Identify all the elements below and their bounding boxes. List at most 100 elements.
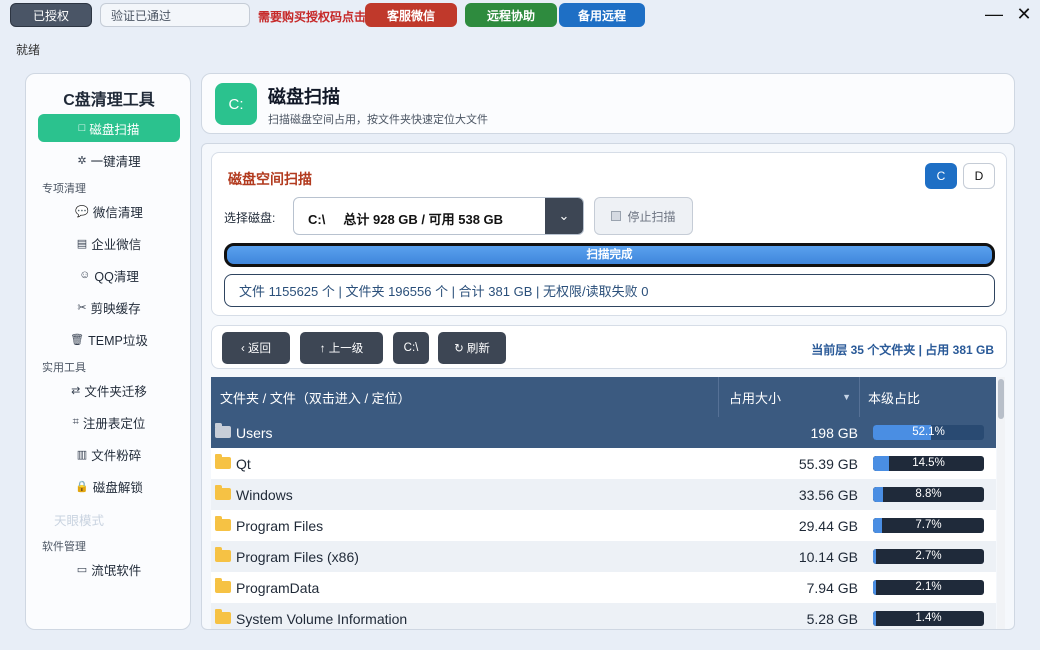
folder-icon — [215, 547, 231, 562]
license-status-button[interactable]: 已授权 — [10, 3, 92, 27]
remote-assist-button[interactable]: 远程协助 — [465, 3, 557, 27]
row-pct-bar: 8.8% — [873, 487, 984, 502]
column-size-label: 占用大小 — [729, 390, 782, 406]
sidebar-item-disk-unlock[interactable]: 🔒 磁盘解锁 — [38, 472, 180, 500]
registry-icon: ⌗ — [72, 415, 79, 428]
monitor-icon: ▭ — [76, 563, 88, 576]
sidebar-item-temp[interactable]: 🗑 TEMP垃圾 — [38, 325, 180, 353]
row-pct-text: 52.1% — [912, 426, 945, 438]
sidebar-item-label: 一键清理 — [90, 154, 141, 169]
sidebar-item-label: 剪映缓存 — [90, 301, 141, 316]
main-panel: 磁盘空间扫描 C D 选择磁盘: C:\ 总计 928 GB / 可用 538 … — [201, 143, 1015, 630]
up-level-button[interactable]: ↑ 上一级 — [300, 332, 383, 364]
column-name-label: 文件夹 / 文件（双击进入 / 定位） — [220, 390, 411, 406]
group-label-tools: 实用工具 — [42, 362, 86, 374]
drive-c-button[interactable]: C — [925, 163, 957, 189]
page-header: C: 磁盘扫描 扫描磁盘空间占用，按文件夹快速定位大文件 — [201, 73, 1015, 134]
scissors-icon: ✂ — [77, 301, 87, 314]
disk-select-value: C:\ 总计 928 GB / 可用 538 GB — [308, 212, 504, 227]
sidebar-item-rogue-software[interactable]: ▭ 流氓软件 — [38, 555, 180, 583]
sidebar-item-wecom[interactable]: ▤ 企业微信 — [38, 229, 180, 257]
sidebar-item-one-click-clean[interactable]: ✲ 一键清理 — [38, 146, 180, 174]
sort-desc-icon: ▼ — [842, 392, 851, 402]
table-row[interactable]: Program Files (x86) 10.14 GB 2.7% — [211, 541, 996, 572]
sidebar-item-label: 注册表定位 — [82, 416, 146, 431]
row-size: 198 GB — [810, 425, 858, 441]
backup-remote-button[interactable]: 备用远程 — [559, 3, 645, 27]
row-pct-bar: 14.5% — [873, 456, 984, 471]
row-size: 5.28 GB — [806, 611, 858, 627]
table-row[interactable]: System Volume Information 5.28 GB 1.4% — [211, 603, 996, 629]
page-title: 磁盘扫描 — [268, 87, 340, 107]
stop-checkbox-icon — [611, 211, 622, 221]
column-pct-label: 本级占比 — [868, 390, 921, 406]
drive-badge-icon: C: — [215, 83, 257, 125]
sidebar-item-label: TEMP垃圾 — [88, 333, 148, 348]
sidebar-item-registry[interactable]: ⌗ 注册表定位 — [38, 408, 180, 436]
column-name-header[interactable]: 文件夹 / 文件（双击进入 / 定位） — [211, 377, 719, 417]
sidebar-item-disk-scan[interactable]: □ 磁盘扫描 — [38, 114, 180, 142]
table-header: 文件夹 / 文件（双击进入 / 定位） 占用大小 ▼ 本级占比 — [211, 377, 996, 417]
folder-icon — [215, 485, 231, 500]
sparkle-icon: ✲ — [77, 154, 87, 167]
column-size-header[interactable]: 占用大小 ▼ — [719, 377, 860, 417]
refresh-button[interactable]: ↻ 刷新 — [438, 332, 506, 364]
scan-title: 磁盘空间扫描 — [228, 171, 312, 187]
chat-icon: 💬 — [75, 205, 89, 218]
close-icon[interactable]: ✕ — [1012, 4, 1036, 25]
sidebar-item-folder-migrate[interactable]: ⇄ 文件夹迁移 — [38, 376, 180, 404]
shredder-icon: ▥ — [76, 448, 88, 461]
sidebar-item-qq[interactable]: ☺ QQ清理 — [38, 261, 180, 289]
row-pct-text: 2.1% — [915, 581, 942, 593]
verify-field[interactable]: 验证已通过 — [100, 3, 250, 27]
trash-icon: 🗑 — [70, 333, 85, 346]
group-label-software: 软件管理 — [42, 541, 86, 553]
sidebar-item-faded: 天眼模式 — [54, 514, 105, 528]
wechat-support-button[interactable]: 客服微信 — [365, 3, 457, 27]
row-pct-bar: 52.1% — [873, 425, 984, 440]
group-label-special: 专项清理 — [42, 183, 86, 195]
column-pct-header[interactable]: 本级占比 — [860, 377, 996, 417]
row-name: Program Files — [236, 518, 324, 534]
minimize-icon[interactable]: — — [982, 4, 1006, 25]
sidebar-title: C盘清理工具 — [63, 92, 155, 109]
root-drive-button[interactable]: C:\ — [393, 332, 429, 364]
row-name: ProgramData — [236, 580, 320, 596]
sidebar-item-label: 磁盘解锁 — [92, 480, 143, 495]
sidebar-item-label: QQ清理 — [94, 269, 139, 284]
folder-icon — [215, 454, 231, 469]
stop-scan-label: 停止扫描 — [627, 209, 676, 224]
sidebar-item-wechat[interactable]: 💬 微信清理 — [38, 197, 180, 225]
table-row[interactable]: Users 198 GB 52.1% — [211, 417, 996, 448]
sidebar-item-shredder[interactable]: ▥ 文件粉碎 — [38, 440, 180, 468]
row-name: Program Files (x86) — [236, 549, 359, 565]
table-row[interactable]: Qt 55.39 GB 14.5% — [211, 448, 996, 479]
drive-d-button[interactable]: D — [963, 163, 995, 189]
row-name: Users — [236, 425, 273, 441]
buy-license-link[interactable]: 需要购买授权码点击 — [258, 8, 366, 25]
table-row[interactable]: ProgramData 7.94 GB 2.1% — [211, 572, 996, 603]
table-row[interactable]: Program Files 29.44 GB 7.7% — [211, 510, 996, 541]
nav-toolbar: ‹ 返回 ↑ 上一级 C:\ ↻ 刷新 当前层 35 个文件夹 | 占用 381… — [211, 325, 1007, 369]
row-name: Windows — [236, 487, 293, 503]
scrollbar-thumb[interactable] — [998, 379, 1004, 419]
row-name: System Volume Information — [236, 611, 408, 627]
scan-progress-bar: 扫描完成 — [224, 243, 995, 267]
back-button[interactable]: ‹ 返回 — [222, 332, 290, 364]
row-pct-text: 7.7% — [915, 519, 942, 531]
row-pct-bar: 1.4% — [873, 611, 984, 626]
table-row[interactable]: Windows 33.56 GB 8.8% — [211, 479, 996, 510]
row-pct-text: 2.7% — [915, 550, 942, 562]
row-pct-bar: 2.7% — [873, 549, 984, 564]
sidebar-item-jianying[interactable]: ✂ 剪映缓存 — [38, 293, 180, 321]
disk-select[interactable]: C:\ 总计 928 GB / 可用 538 GB ⌄ — [293, 197, 584, 235]
table-scrollbar[interactable] — [997, 377, 1005, 629]
row-pct-text: 14.5% — [912, 457, 945, 469]
row-size: 10.14 GB — [798, 549, 858, 565]
chevron-down-icon[interactable]: ⌄ — [545, 198, 583, 234]
qq-icon: ☺ — [79, 269, 91, 281]
folder-icon — [215, 609, 231, 624]
lock-icon: 🔒 — [75, 480, 89, 493]
stop-scan-button[interactable]: 停止扫描 — [594, 197, 693, 235]
building-icon: ▤ — [76, 237, 88, 250]
